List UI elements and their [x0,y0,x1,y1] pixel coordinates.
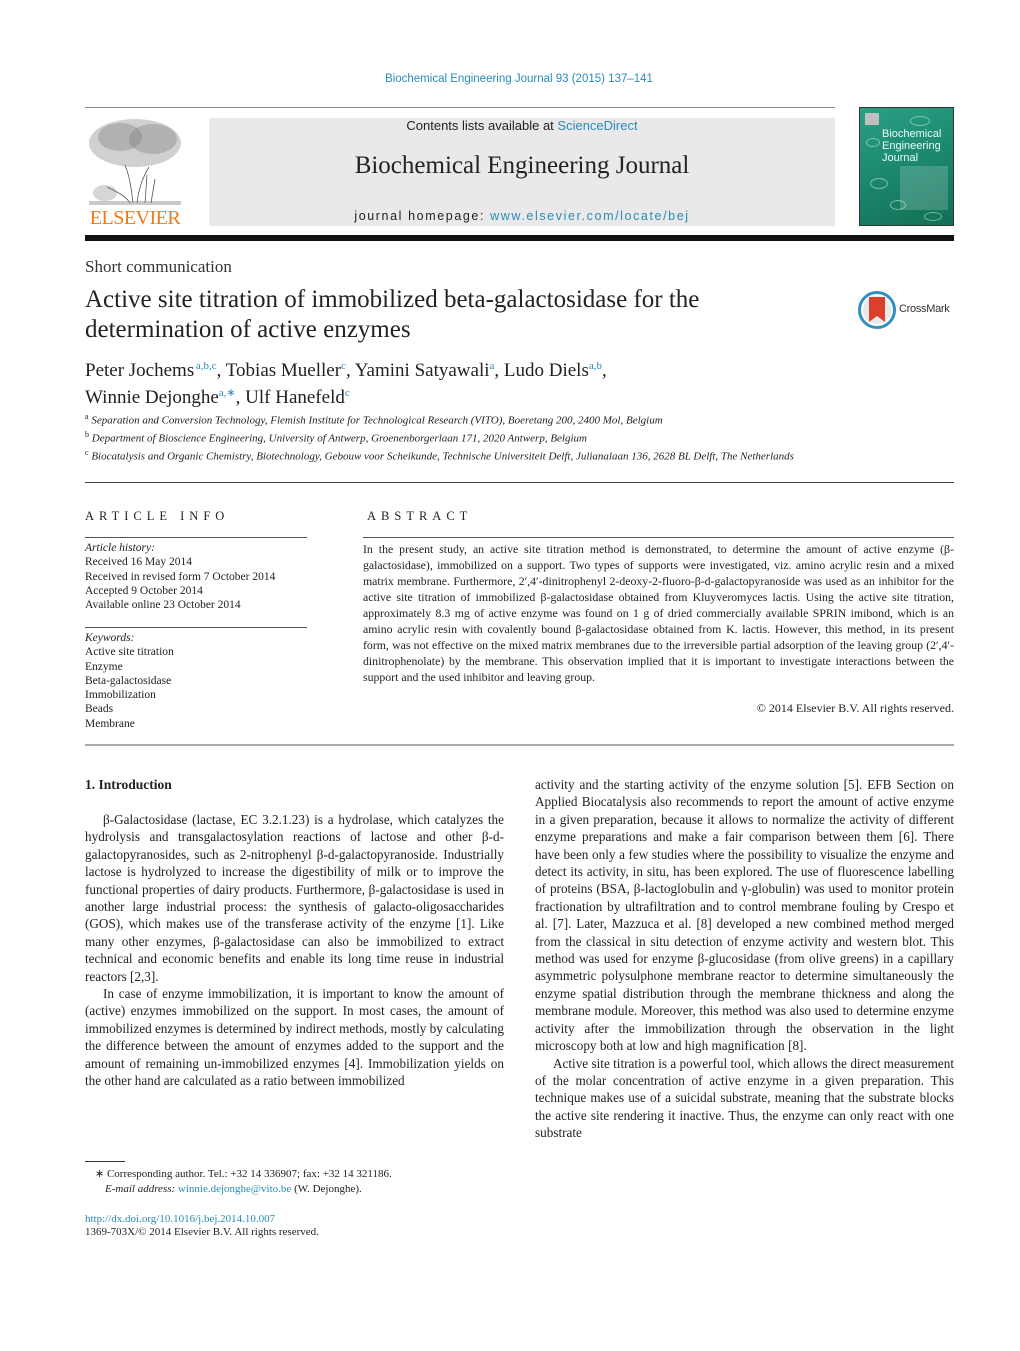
cover-title-line: Engineering [882,140,941,152]
header-divider [85,107,835,108]
doi-link[interactable]: http://dx.doi.org/10.1016/j.bej.2014.10.… [85,1212,275,1227]
cover-bubble [924,212,942,221]
history-item: Received in revised form 7 October 2014 [85,570,276,583]
footnote-rule [85,1161,125,1162]
keyword: Immobilization [85,689,156,702]
author-affiliation-marker[interactable]: a,b,c [196,360,217,372]
author[interactable]: Tobias Muellerc [226,360,346,381]
cover-bubble [870,178,888,189]
article-title: Active site titration of immobilized bet… [85,286,700,343]
tree-logo-icon [89,119,181,205]
keyword: Enzyme [85,660,123,673]
crossmark-icon [858,291,896,329]
section-divider [85,482,954,483]
abstract-copyright: © 2014 Elsevier B.V. All rights reserved… [756,701,954,715]
abstract-heading: ABSTRACT [367,509,473,523]
body-paragraph: β-Galactosidase (lactase, EC 3.2.1.23) i… [85,812,504,984]
history-item: Available online 23 October 2014 [85,599,241,612]
keyword: Membrane [85,717,135,730]
homepage-line: journal homepage: www.elsevier.com/locat… [209,209,835,223]
journal-cover-thumbnail[interactable]: Biochemical Engineering Journal [859,107,954,226]
cover-panel [900,166,948,210]
cover-publisher-badge [865,113,879,125]
affiliation: b Department of Bioscience Engineering, … [85,430,587,445]
cover-bubble [866,138,880,147]
author[interactable]: Peter Jochems a,b,c [85,360,217,381]
contents-prefix: Contents lists available at [406,118,558,133]
author[interactable]: Yamini Satyawalia [355,360,495,381]
cover-title-line: Biochemical [882,128,942,140]
journal-title: Biochemical Engineering Journal [354,152,690,179]
article-type: Short communication [85,257,232,276]
author[interactable]: Ludo Dielsa,b [504,360,602,381]
article-history: Article history: Received 16 May 2014 Re… [85,541,315,612]
body-paragraph: Active site titration is a powerful tool… [535,1055,954,1141]
history-item: Received 16 May 2014 [85,556,192,569]
info-divider [85,537,307,538]
crossmark-button[interactable]: CrossMark [858,291,958,331]
author[interactable]: Winnie Dejonghea,∗ [85,387,236,408]
abstract-divider [363,537,954,538]
elsevier-wordmark: ELSEVIER [89,207,181,229]
affiliation: c Biocatalysis and Organic Chemistry, Bi… [85,448,794,463]
section-heading: 1. Introduction [85,777,172,792]
info-divider [85,627,307,628]
issn-copyright: 1369-703X/© 2014 Elsevier B.V. All right… [85,1226,319,1238]
email-link[interactable]: winnie.dejonghe@vito.be [178,1183,291,1195]
homepage-prefix: journal homepage: [354,209,491,223]
contents-line: Contents lists available at ScienceDirec… [209,118,835,133]
body-divider [85,744,954,746]
keyword: Active site titration [85,646,174,659]
masthead-rule [85,235,954,241]
journal-masthead: Contents lists available at ScienceDirec… [209,118,835,226]
author-affiliation-marker[interactable]: a,b [589,360,602,372]
affiliation: a Separation and Conversion Technology, … [85,412,663,427]
article-info-heading: ARTICLE INFO [85,509,230,523]
author-list: Peter Jochems a,b,c, Tobias Muellerc, Ya… [85,360,607,408]
author[interactable]: Ulf Hanefeldc [245,387,350,408]
history-heading: Article history: [85,542,155,554]
sciencedirect-link[interactable]: ScienceDirect [557,118,637,133]
cover-bubble [910,116,930,126]
keyword: Beads [85,703,114,716]
keywords: Keywords: Active site titration Enzyme B… [85,631,315,731]
body-paragraph: In case of enzyme immobilization, it is … [85,986,504,1089]
footnote: ∗ Corresponding author. Tel.: +32 14 336… [85,1167,505,1197]
abstract-body: In the present study, an active site tit… [363,542,954,684]
affiliations: a Separation and Conversion Technology, … [85,410,805,464]
cover-title: Biochemical Engineering Journal [882,128,941,164]
keyword: Beta-galactosidase [85,674,172,687]
cover-title-line: Journal [882,152,919,164]
author-affiliation-marker[interactable]: a,∗ [219,387,236,399]
body-paragraph: activity and the starting activity of th… [535,777,954,1054]
journal-homepage-link[interactable]: www.elsevier.com/locate/bej [490,209,690,223]
email-line: E-mail address: winnie.dejonghe@vito.be … [105,1183,362,1195]
elsevier-logo[interactable]: ELSEVIER [85,115,185,230]
journal-citation-link[interactable]: Biochemical Engineering Journal 93 (2015… [0,73,1020,85]
keywords-heading: Keywords: [85,632,135,644]
author-affiliation-marker[interactable]: c [345,387,350,399]
history-item: Accepted 9 October 2014 [85,584,203,597]
crossmark-label: CrossMark [899,303,950,315]
body-column-right: activity and the starting activity of th… [535,776,954,1142]
body-column-left: β-Galactosidase (lactase, EC 3.2.1.23) i… [85,811,504,1090]
corresponding-author-note: ∗ Corresponding author. Tel.: +32 14 336… [95,1168,392,1180]
